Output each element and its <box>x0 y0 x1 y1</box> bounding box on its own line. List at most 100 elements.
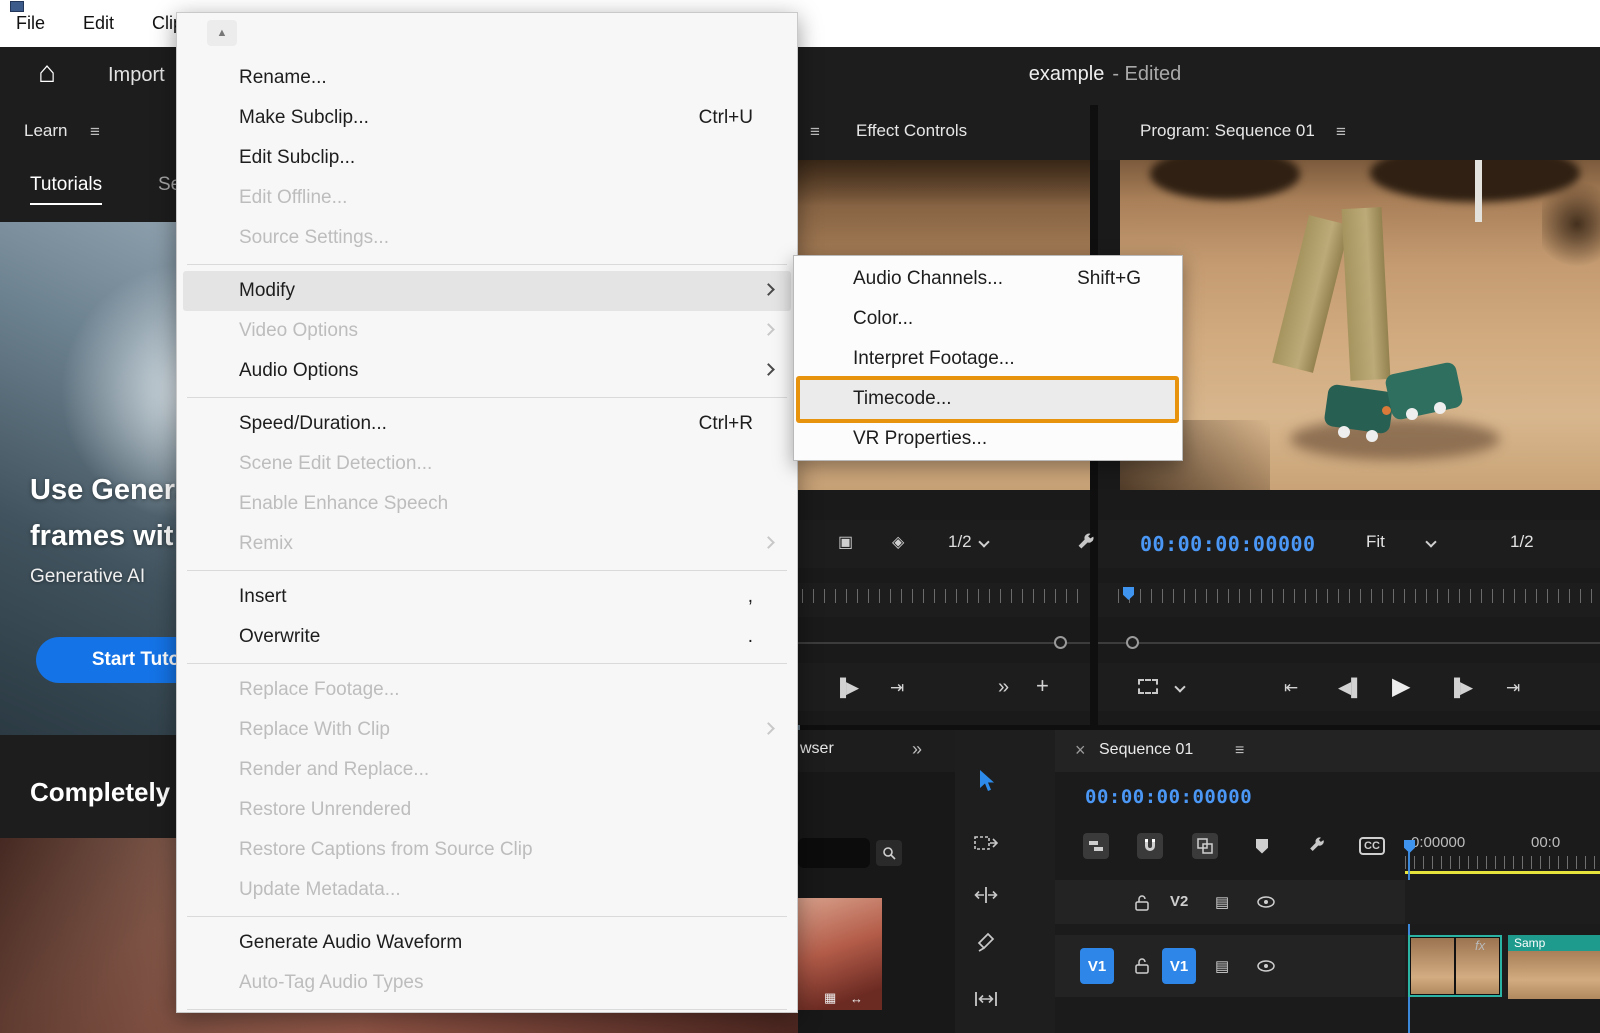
timeline-clip[interactable]: Samp <box>1508 935 1600 997</box>
panel-menu-icon[interactable]: ≡ <box>810 123 820 140</box>
slip-tool[interactable] <box>973 986 999 1012</box>
captions-icon[interactable]: CC <box>1355 833 1389 859</box>
track-visibility-eye-icon[interactable] <box>1257 896 1275 908</box>
play-icon[interactable]: ▶ <box>1392 675 1410 699</box>
program-zoom-select[interactable]: 1/2 <box>1510 532 1534 552</box>
timeline-ruler[interactable] <box>1405 856 1600 869</box>
export-frame-icon[interactable]: ▣ <box>838 535 853 551</box>
sync-lock-icon[interactable]: ▤ <box>1215 957 1229 975</box>
step-back-icon[interactable]: ◀▌ <box>1338 679 1363 696</box>
panel-overflow-icon[interactable]: » <box>912 740 922 758</box>
menu-item-generate-audio-waveform[interactable]: Generate Audio Waveform <box>183 923 791 963</box>
filmstrip-icon: ▦ <box>824 990 836 1006</box>
linked-selection-icon[interactable] <box>1192 833 1218 859</box>
submenu-item-audio-channels[interactable]: Audio Channels...Shift+G <box>797 259 1179 299</box>
submenu-item-vr-properties[interactable]: VR Properties... <box>797 419 1179 459</box>
timeline-clip[interactable] <box>1408 935 1502 997</box>
menu-item-restore-unrendered[interactable]: Restore Unrendered <box>183 790 791 830</box>
search-icon[interactable] <box>876 840 902 866</box>
menu-item-edit-offline[interactable]: Edit Offline... <box>183 178 791 218</box>
menu-item-scene-edit-detection[interactable]: Scene Edit Detection... <box>183 444 791 484</box>
insert-nest-icon[interactable] <box>1083 833 1109 859</box>
section-heading: Completely <box>30 777 170 808</box>
track-v2-label[interactable]: V2 <box>1170 893 1188 910</box>
menu-item-edit-subclip[interactable]: Edit Subclip... <box>183 138 791 178</box>
close-icon[interactable]: × <box>1075 740 1086 761</box>
tab-tutorials[interactable]: Tutorials <box>30 174 102 205</box>
effect-controls-title[interactable]: Effect Controls <box>856 121 967 141</box>
program-timecode[interactable]: 00:00:00:00000 <box>1140 532 1316 556</box>
home-icon[interactable]: ⌂ <box>38 56 56 90</box>
submenu-item-interpret-footage[interactable]: Interpret Footage... <box>797 339 1179 379</box>
source-zoom-select[interactable]: 1/2 <box>948 532 988 552</box>
menu-item-overwrite[interactable]: Overwrite. <box>183 617 791 657</box>
zoom-handle[interactable] <box>1054 636 1067 649</box>
menubar-edit[interactable]: Edit <box>79 11 118 36</box>
menu-item-restore-captions[interactable]: Restore Captions from Source Clip <box>183 830 791 870</box>
selection-tool[interactable] <box>973 768 999 794</box>
razor-tool[interactable] <box>973 928 999 954</box>
add-button-icon[interactable]: + <box>1036 675 1049 697</box>
go-to-in-icon[interactable]: ⇤ <box>1284 679 1298 696</box>
zoom-scrollbar[interactable] <box>1098 642 1600 644</box>
comparison-view-icon[interactable]: ◈ <box>892 535 904 551</box>
submenu-item-timecode[interactable]: Timecode... <box>797 379 1179 419</box>
program-scrubber[interactable] <box>1098 583 1600 617</box>
track-v2-content[interactable] <box>1405 880 1600 924</box>
lock-icon[interactable] <box>1135 957 1149 974</box>
ground-shadow <box>1290 418 1500 460</box>
sequence-tab[interactable]: Sequence 01 <box>1099 741 1193 759</box>
media-thumbnail[interactable]: ▦ ↔ <box>798 898 882 1010</box>
menu-item-auto-tag-audio-types[interactable]: Auto-Tag Audio Types <box>183 963 791 1003</box>
menu-item-enable-enhance-speech[interactable]: Enable Enhance Speech <box>183 484 791 524</box>
sync-lock-icon[interactable]: ▤ <box>1215 893 1229 911</box>
fit-select[interactable]: Fit <box>1366 532 1435 552</box>
go-to-out-icon[interactable]: ⇥ <box>1506 679 1520 696</box>
menu-item-make-subclip[interactable]: Make Subclip...Ctrl+U <box>183 98 791 138</box>
panel-menu-icon[interactable]: ≡ <box>1336 123 1346 140</box>
lock-icon[interactable] <box>1135 894 1149 911</box>
menu-item-video-options[interactable]: Video Options <box>183 311 791 351</box>
program-title[interactable]: Program: Sequence 01 <box>1140 121 1315 141</box>
menu-item-label: Restore Unrendered <box>239 799 411 821</box>
ripple-edit-tool[interactable] <box>973 882 999 908</box>
menu-item-replace-footage[interactable]: Replace Footage... <box>183 670 791 710</box>
timeline-timecode[interactable]: 00:00:00:00000 <box>1085 786 1252 808</box>
scroll-up-icon[interactable]: ▲ <box>207 20 237 46</box>
menu-item-modify[interactable]: Modify <box>183 271 791 311</box>
menubar-file[interactable]: File <box>12 11 49 36</box>
tab-import[interactable]: Import <box>108 64 165 87</box>
zoom-scrollbar[interactable] <box>798 642 1090 644</box>
add-marker-icon[interactable] <box>1249 833 1275 859</box>
source-scrubber[interactable] <box>798 583 1090 617</box>
more-buttons-icon[interactable]: » <box>998 677 1009 697</box>
menu-item-update-metadata[interactable]: Update Metadata... <box>183 870 791 910</box>
submenu-item-color[interactable]: Color... <box>797 299 1179 339</box>
track-visibility-eye-icon[interactable] <box>1257 960 1275 972</box>
panel-menu-icon[interactable]: ≡ <box>1235 742 1244 760</box>
menu-item-audio-options[interactable]: Audio Options <box>183 351 791 391</box>
panel-menu-icon[interactable]: ≡ <box>90 123 100 140</box>
menu-item-replace-with-clip[interactable]: Replace With Clip <box>183 710 791 750</box>
play-in-out-icon[interactable]: ▐▶ <box>834 679 859 696</box>
snap-magnet-icon[interactable] <box>1137 833 1163 859</box>
step-forward-icon[interactable]: ▐▶ <box>1448 679 1473 696</box>
settings-wrench-icon[interactable] <box>1074 532 1096 554</box>
menu-item-insert[interactable]: Insert, <box>183 577 791 617</box>
go-to-out-icon[interactable]: ⇥ <box>890 679 904 696</box>
timeline-settings-wrench-icon[interactable] <box>1303 833 1329 859</box>
safe-margins-icon[interactable] <box>1138 679 1158 694</box>
menu-item-source-settings[interactable]: Source Settings... <box>183 218 791 258</box>
zoom-handle[interactable] <box>1126 636 1139 649</box>
app-icon <box>10 1 24 12</box>
source-patch-v1[interactable]: V1 <box>1080 948 1114 984</box>
menu-item-remix[interactable]: Remix <box>183 524 791 564</box>
media-browser-title[interactable]: wser <box>800 740 834 758</box>
track-select-tool[interactable] <box>973 830 999 856</box>
track-target-v1[interactable]: V1 <box>1162 948 1196 984</box>
search-input[interactable] <box>798 838 870 868</box>
menu-item-render-and-replace[interactable]: Render and Replace... <box>183 750 791 790</box>
menu-item-label: Replace Footage... <box>239 679 400 701</box>
menu-item-speed-duration[interactable]: Speed/Duration...Ctrl+R <box>183 404 791 444</box>
menu-item-rename[interactable]: Rename... <box>183 58 791 98</box>
